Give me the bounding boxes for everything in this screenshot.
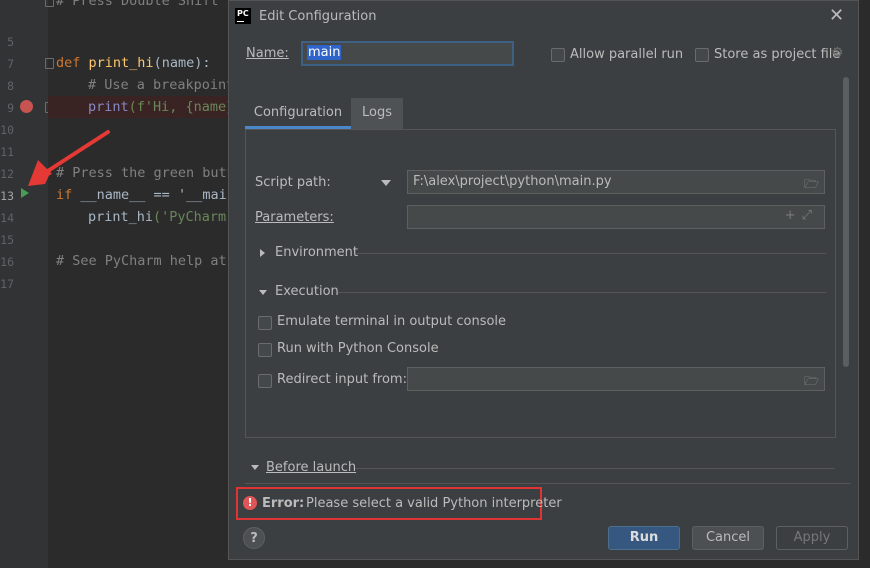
code-line: # See PyCharm help at <box>56 253 227 269</box>
annotation-arrow-icon <box>28 130 110 186</box>
error-message-box: ! Error: Please select a valid Python in… <box>236 487 562 520</box>
line-number: 16 <box>0 255 14 269</box>
divider <box>355 468 835 469</box>
error-label: Error: <box>262 496 305 511</box>
code-line: print_hi('PyCharm' <box>88 209 235 225</box>
error-message: Please select a valid Python interpreter <box>306 496 562 511</box>
store-project-file-label[interactable]: Store as project file <box>714 47 840 62</box>
allow-parallel-label[interactable]: Allow parallel run <box>570 47 683 62</box>
redirect-input-label[interactable]: Redirect input from: <box>277 372 407 387</box>
error-icon: ! <box>243 496 257 510</box>
parameters-label: Parameters: <box>255 210 334 225</box>
edit-configuration-dialog: PC Edit Configuration ✕ Name: main Allow… <box>228 0 859 560</box>
expand-icon[interactable]: +⤢ <box>785 208 818 223</box>
redirect-input-checkbox[interactable] <box>258 374 272 388</box>
pycharm-logo-icon: PC <box>235 8 251 24</box>
divider <box>245 483 851 484</box>
close-icon[interactable]: ✕ <box>829 5 844 26</box>
python-console-label[interactable]: Run with Python Console <box>277 341 439 356</box>
allow-parallel-checkbox[interactable] <box>551 48 565 62</box>
apply-button[interactable]: Apply <box>776 526 848 550</box>
name-input[interactable]: main <box>301 41 514 66</box>
divider <box>338 292 826 293</box>
script-type-dropdown-icon[interactable] <box>381 180 391 186</box>
execution-collapse-icon[interactable] <box>259 290 267 295</box>
run-button[interactable]: Run <box>608 526 680 550</box>
tabs: Configuration Logs <box>245 98 451 129</box>
gear-icon[interactable]: ⚙ <box>831 45 844 61</box>
line-number: 15 <box>0 233 14 247</box>
store-project-file-checkbox[interactable] <box>695 48 709 62</box>
scrollbar[interactable] <box>843 77 849 367</box>
name-label: Name: <box>246 46 289 61</box>
dialog-title: Edit Configuration <box>259 9 377 24</box>
script-path-input[interactable]: F:\alex\project\python\main.py 🗁 <box>407 170 825 194</box>
parameters-input[interactable]: +⤢ <box>407 205 825 229</box>
before-launch-label[interactable]: Before launch <box>266 460 356 475</box>
script-path-label: Script path: <box>255 175 331 190</box>
python-console-checkbox[interactable] <box>258 343 272 357</box>
divider <box>356 253 826 254</box>
environment-expand-icon[interactable] <box>260 249 265 257</box>
line-number: 17 <box>0 277 14 291</box>
before-launch-collapse-icon[interactable] <box>251 465 259 470</box>
environment-section-label[interactable]: Environment <box>275 245 358 260</box>
folder-browse-icon[interactable]: 🗁 <box>804 372 819 393</box>
tab-logs[interactable]: Logs <box>351 98 403 129</box>
tab-configuration[interactable]: Configuration <box>245 98 351 129</box>
dialog-title-bar[interactable]: PC Edit Configuration ✕ <box>229 1 858 33</box>
folder-browse-icon[interactable]: 🗁 <box>804 175 819 196</box>
configuration-panel: Script path: F:\alex\project\python\main… <box>245 129 836 438</box>
emulate-terminal-label[interactable]: Emulate terminal in output console <box>277 314 506 329</box>
cancel-button[interactable]: Cancel <box>692 526 764 550</box>
execution-section-label[interactable]: Execution <box>275 284 339 299</box>
emulate-terminal-checkbox[interactable] <box>258 316 272 330</box>
redirect-input-field[interactable]: 🗁 <box>407 367 825 391</box>
line-number: 14 <box>0 211 14 225</box>
help-button[interactable]: ? <box>243 527 265 549</box>
